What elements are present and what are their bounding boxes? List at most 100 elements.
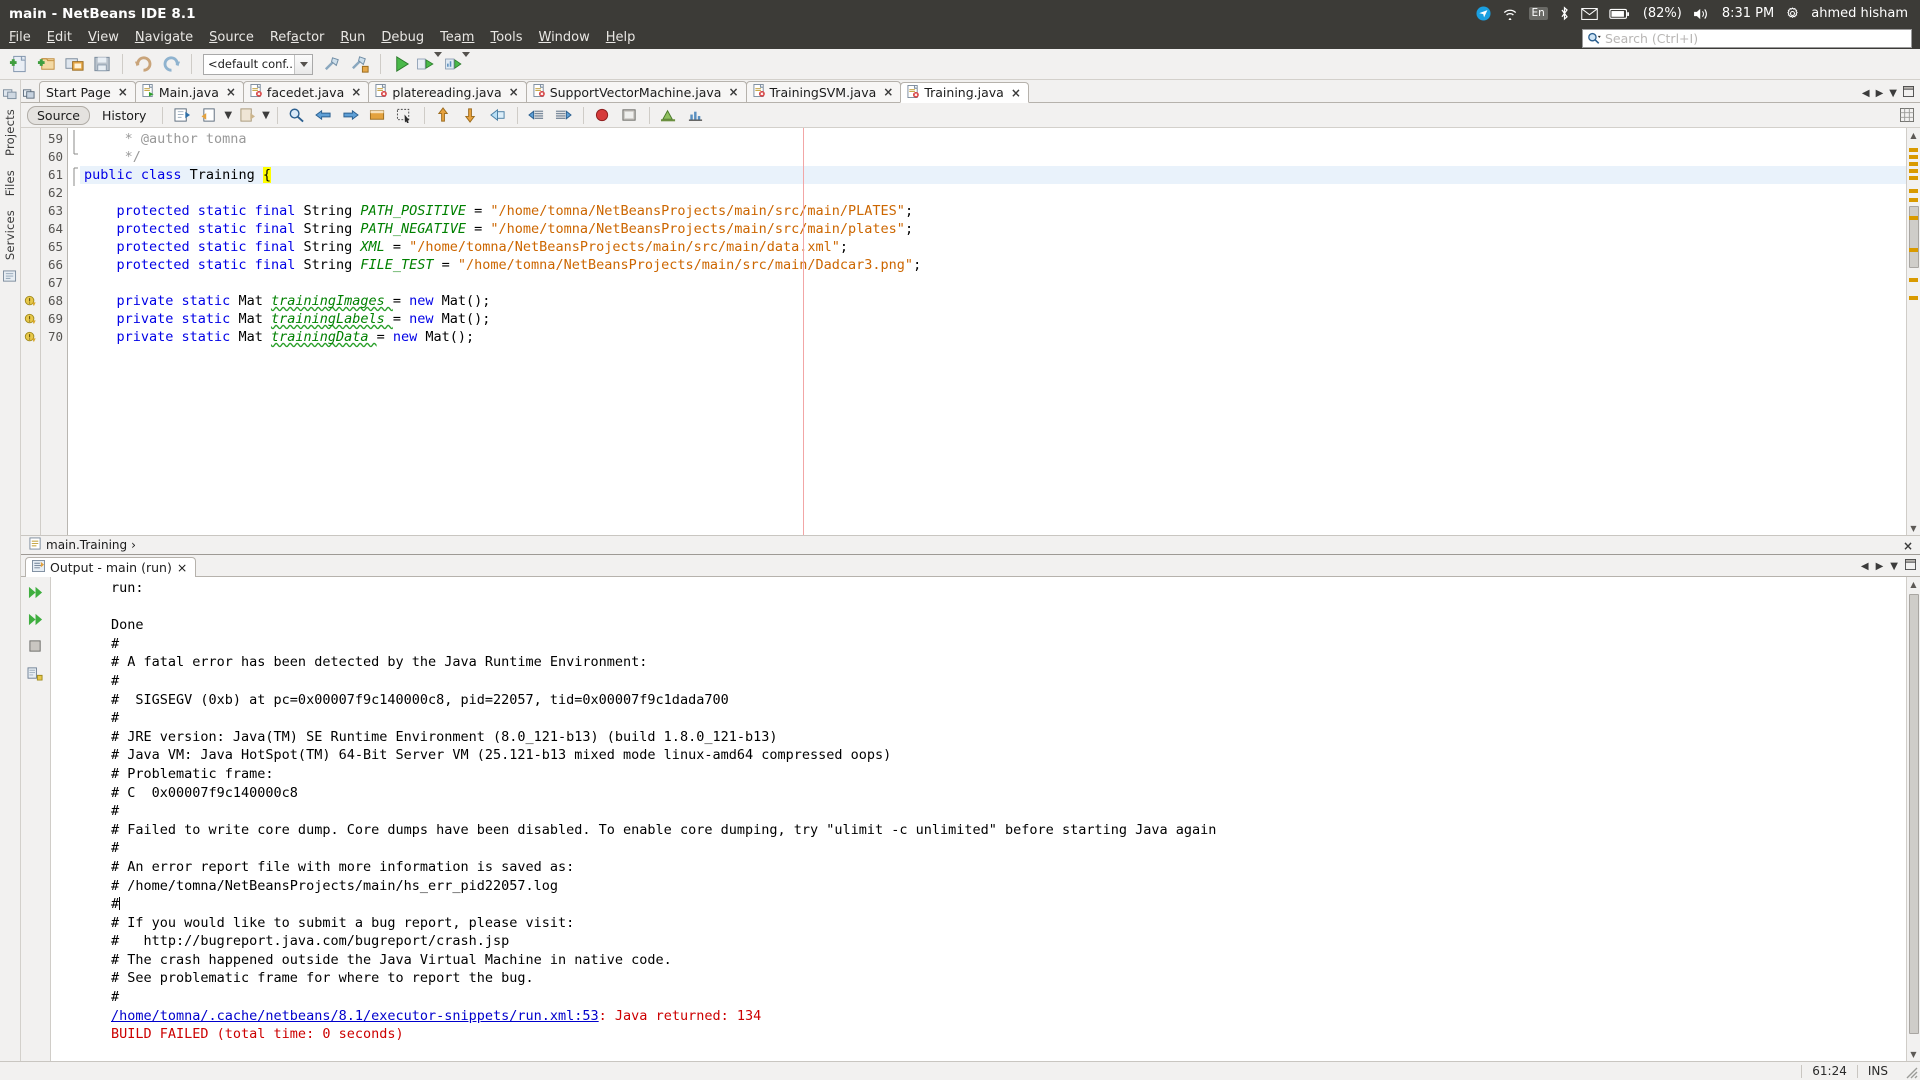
editor-glyph-gutter[interactable] bbox=[21, 128, 41, 535]
menu-tools[interactable]: Tools bbox=[482, 27, 530, 49]
bluetooth-icon[interactable] bbox=[1559, 6, 1570, 21]
close-icon[interactable]: × bbox=[509, 85, 519, 99]
scroll-right-icon[interactable]: ▶ bbox=[1876, 88, 1884, 99]
debug-project-icon[interactable] bbox=[416, 51, 442, 77]
uncomment-icon[interactable] bbox=[552, 105, 576, 125]
code-line[interactable] bbox=[80, 184, 1906, 202]
save-all-icon[interactable] bbox=[89, 52, 115, 77]
volume-icon[interactable] bbox=[1693, 7, 1711, 21]
inspect-icon[interactable] bbox=[657, 105, 681, 125]
rerun-alt-icon[interactable] bbox=[26, 610, 46, 628]
new-project-icon[interactable] bbox=[33, 52, 59, 77]
close-icon[interactable]: × bbox=[351, 85, 361, 99]
menu-edit[interactable]: Edit bbox=[39, 27, 80, 49]
find-selection-icon[interactable] bbox=[285, 105, 309, 125]
scroll-left-icon[interactable]: ◀ bbox=[1862, 88, 1870, 99]
tab-list-icon[interactable]: ▼ bbox=[1890, 561, 1898, 572]
close-icon[interactable]: × bbox=[226, 85, 236, 99]
menu-source[interactable]: Source bbox=[201, 27, 262, 49]
close-icon[interactable]: × bbox=[728, 85, 738, 99]
output-vertical-scrollbar[interactable]: ▲ ▼ bbox=[1906, 577, 1920, 1061]
wifi-icon[interactable] bbox=[1502, 7, 1518, 20]
chevron-down-icon[interactable] bbox=[294, 54, 312, 74]
comment-icon[interactable] bbox=[525, 105, 549, 125]
build-project-icon[interactable] bbox=[319, 52, 345, 77]
warning-glyph-icon[interactable] bbox=[21, 310, 40, 328]
maximize-icon[interactable] bbox=[1905, 559, 1916, 574]
menu-help[interactable]: Help bbox=[598, 27, 644, 49]
menu-navigate[interactable]: Navigate bbox=[127, 27, 201, 49]
code-line[interactable]: */ bbox=[80, 148, 1906, 166]
next-bookmark-icon[interactable] bbox=[339, 105, 363, 125]
stop-icon[interactable] bbox=[26, 637, 46, 655]
code-line[interactable]: protected static final String XML = "/ho… bbox=[80, 238, 1906, 256]
menu-debug[interactable]: Debug bbox=[373, 27, 432, 49]
mail-icon[interactable] bbox=[1581, 7, 1598, 20]
tab-dock-icon[interactable] bbox=[23, 88, 35, 100]
tab-trainingsvm-java[interactable]: TrainingSVM.java × bbox=[745, 81, 902, 102]
code-editor[interactable]: 59 60 61 62 63 64 65 66 67 68 69 70 * @author tomna… bbox=[21, 128, 1920, 535]
scroll-down-icon[interactable]: ▼ bbox=[1907, 1047, 1920, 1061]
battery-icon[interactable] bbox=[1609, 8, 1630, 20]
error-stripe-mark[interactable] bbox=[1909, 155, 1918, 159]
code-line[interactable]: private static Mat trainingImages = new … bbox=[80, 292, 1906, 310]
close-icon[interactable]: × bbox=[1903, 539, 1913, 553]
menu-file[interactable]: File bbox=[0, 27, 39, 49]
new-file-icon[interactable] bbox=[5, 52, 31, 77]
close-icon[interactable]: × bbox=[118, 85, 128, 99]
tab-list-icon[interactable]: ▼ bbox=[1889, 88, 1897, 99]
output-tab-main-run[interactable]: Output - main (run) × bbox=[25, 557, 197, 577]
error-stripe-mark[interactable] bbox=[1909, 198, 1918, 202]
tab-platereading-java[interactable]: platereading.java × bbox=[368, 81, 527, 102]
code-line[interactable]: private static Mat trainingLabels = new … bbox=[80, 310, 1906, 328]
breadcrumb-text[interactable]: main.Training bbox=[46, 538, 127, 552]
navigator-window-icon[interactable] bbox=[2, 269, 18, 283]
resize-grip[interactable] bbox=[1902, 1063, 1918, 1079]
scroll-right-icon[interactable]: ▶ bbox=[1876, 561, 1884, 572]
error-stripe-mark[interactable] bbox=[1909, 169, 1918, 173]
editor-code-folding-column[interactable] bbox=[68, 128, 80, 535]
scrollbar-thumb[interactable] bbox=[1909, 594, 1919, 1034]
undo-icon[interactable] bbox=[130, 52, 156, 77]
new-watch-icon[interactable] bbox=[618, 105, 642, 125]
keyboard-layout-icon[interactable]: En bbox=[1528, 6, 1548, 21]
last-edit-icon[interactable] bbox=[170, 105, 194, 125]
code-line[interactable]: protected static final String PATH_POSIT… bbox=[80, 202, 1906, 220]
close-icon[interactable]: × bbox=[883, 85, 893, 99]
editor-options-icon[interactable] bbox=[1900, 108, 1914, 126]
messaging-icon[interactable] bbox=[1475, 6, 1491, 21]
tab-supportvectormachine-java[interactable]: SupportVectorMachine.java × bbox=[525, 81, 747, 102]
dock-label-projects[interactable]: Projects bbox=[3, 109, 17, 156]
clear-icon[interactable] bbox=[26, 664, 46, 682]
toggle-bookmark-icon[interactable] bbox=[366, 105, 390, 125]
toggle-breakpoint-icon[interactable] bbox=[591, 105, 615, 125]
previous-bookmark-icon[interactable] bbox=[312, 105, 336, 125]
shift-right-icon[interactable] bbox=[459, 105, 483, 125]
code-line[interactable] bbox=[80, 274, 1906, 292]
redo-icon[interactable] bbox=[158, 52, 184, 77]
projects-window-icon[interactable] bbox=[2, 86, 18, 100]
chevron-down-icon[interactable]: ▼ bbox=[262, 110, 270, 121]
code-line[interactable]: private static Mat trainingData = new Ma… bbox=[80, 328, 1906, 346]
error-stripe-mark[interactable] bbox=[1909, 296, 1918, 300]
tab-facedet-java[interactable]: facedet.java × bbox=[242, 81, 370, 102]
clock-label[interactable]: 8:31 PM bbox=[1722, 7, 1774, 20]
user-name-label[interactable]: ahmed hisham bbox=[1811, 7, 1908, 20]
menu-window[interactable]: Window bbox=[530, 27, 597, 49]
run-project-icon[interactable] bbox=[388, 52, 414, 77]
scroll-down-icon[interactable]: ▼ bbox=[1907, 521, 1920, 535]
search-input[interactable]: Search (Ctrl+I) bbox=[1605, 31, 1698, 46]
rerun-icon[interactable] bbox=[26, 583, 46, 601]
error-stripe-mark[interactable] bbox=[1909, 148, 1918, 152]
history-view-button[interactable]: History bbox=[93, 106, 155, 125]
forward-icon[interactable] bbox=[235, 105, 259, 125]
tab-main-java[interactable]: Main.java × bbox=[134, 81, 244, 102]
menu-refactor[interactable]: Refactor bbox=[262, 27, 333, 49]
scroll-left-icon[interactable]: ◀ bbox=[1861, 561, 1869, 572]
dock-label-files[interactable]: Files bbox=[3, 170, 17, 196]
shift-left-icon[interactable] bbox=[432, 105, 456, 125]
gear-icon[interactable] bbox=[1785, 6, 1800, 21]
close-icon[interactable]: × bbox=[1011, 86, 1021, 100]
code-line[interactable]: public class Training { bbox=[80, 166, 1906, 184]
warning-glyph-icon[interactable] bbox=[21, 328, 40, 346]
